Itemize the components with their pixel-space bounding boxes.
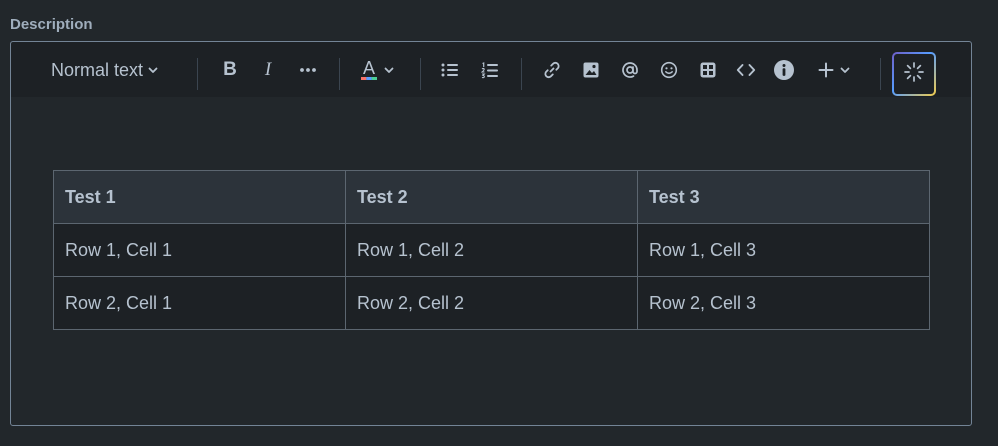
table-cell[interactable]: Row 2, Cell 1	[53, 276, 346, 330]
toolbar-divider	[521, 58, 522, 90]
bold-icon: B	[223, 59, 237, 80]
info-panel-button[interactable]	[769, 55, 799, 85]
ai-sparkle-icon	[903, 61, 925, 88]
text-color-letter: A	[362, 58, 375, 78]
toolbar-divider	[339, 58, 340, 90]
bold-button[interactable]: B	[215, 55, 245, 85]
info-icon	[773, 59, 795, 81]
toolbar-divider	[880, 58, 881, 90]
emoji-icon	[660, 61, 678, 79]
toolbar-divider	[420, 58, 421, 90]
table-cell[interactable]: Row 2, Cell 2	[345, 276, 638, 330]
text-color-icon: A	[361, 59, 377, 81]
numbered-list-button[interactable]	[475, 55, 505, 85]
numbered-list-icon	[481, 61, 499, 79]
insert-button[interactable]	[813, 55, 855, 85]
link-button[interactable]	[537, 55, 567, 85]
bullet-list-icon	[441, 62, 459, 78]
image-icon	[582, 61, 600, 79]
table-row: Row 1, Cell 1 Row 1, Cell 2 Row 1, Cell …	[53, 223, 930, 277]
chevron-down-icon	[839, 64, 851, 76]
text-style-dropdown[interactable]: Normal text	[43, 55, 169, 85]
code-icon	[736, 62, 756, 78]
mention-button[interactable]	[615, 55, 645, 85]
description-editor[interactable]: Normal text B I A Test 1 Test 2 Test 3 R…	[10, 41, 972, 426]
bullet-list-button[interactable]	[435, 55, 465, 85]
table-cell[interactable]: Row 1, Cell 1	[53, 223, 346, 277]
table-row: Row 2, Cell 1 Row 2, Cell 2 Row 2, Cell …	[53, 276, 930, 330]
table-cell[interactable]: Row 1, Cell 3	[637, 223, 930, 277]
emoji-button[interactable]	[654, 55, 684, 85]
table-icon	[699, 61, 717, 79]
italic-icon: I	[264, 59, 272, 80]
code-button[interactable]	[731, 55, 761, 85]
italic-button[interactable]: I	[253, 55, 283, 85]
text-style-label: Normal text	[51, 59, 144, 80]
image-button[interactable]	[576, 55, 606, 85]
table-cell[interactable]: Row 1, Cell 2	[345, 223, 638, 277]
editor-toolbar: Normal text B I A	[11, 42, 971, 97]
more-icon	[299, 67, 317, 73]
toolbar-divider	[197, 58, 198, 90]
content-table[interactable]: Test 1 Test 2 Test 3 Row 1, Cell 1 Row 1…	[53, 170, 930, 330]
plus-icon	[818, 62, 834, 78]
table-button[interactable]	[693, 55, 723, 85]
link-icon	[543, 61, 561, 79]
mention-icon	[621, 61, 639, 79]
page: Description Normal text B I A Test 1 Tes…	[0, 0, 998, 446]
chevron-down-icon	[147, 64, 159, 76]
ai-assist-button[interactable]	[892, 52, 936, 96]
table-cell[interactable]: Row 2, Cell 3	[637, 276, 930, 330]
table-header-cell[interactable]: Test 3	[637, 170, 930, 224]
text-color-button[interactable]: A	[355, 55, 401, 85]
table-header-row: Test 1 Test 2 Test 3	[53, 170, 930, 224]
more-formatting-button[interactable]	[293, 55, 323, 85]
table-header-cell[interactable]: Test 1	[53, 170, 346, 224]
table-header-cell[interactable]: Test 2	[345, 170, 638, 224]
chevron-down-icon	[383, 64, 395, 76]
description-label: Description	[10, 16, 93, 33]
